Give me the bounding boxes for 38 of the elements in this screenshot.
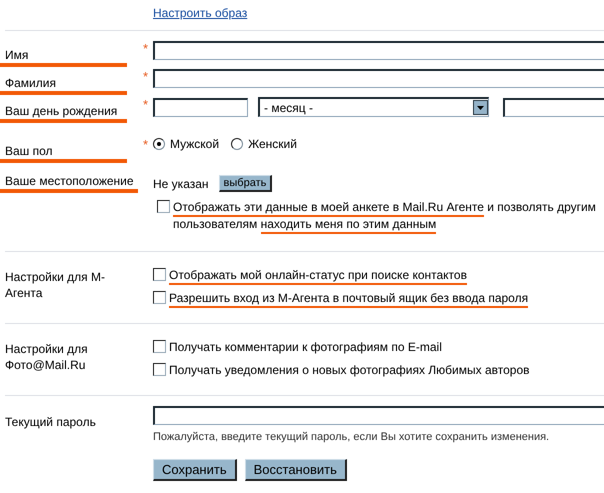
checkbox[interactable] (157, 200, 170, 213)
required-asterisk: * (143, 68, 148, 84)
radio-button[interactable] (153, 138, 165, 150)
form-button[interactable]: Сохранить (153, 459, 237, 481)
checkbox-label: Получать комментарии к фотографиям по E-mail (169, 339, 442, 356)
checkbox-label: Отображать эти данные в моей анкете в Mail.Ru Агенте и позволять другим пользователям находить меня по этим данным (173, 199, 602, 233)
required-asterisk: * (143, 40, 148, 56)
choose-button[interactable]: выбрать (218, 175, 272, 192)
radio-label[interactable]: Женский (248, 137, 297, 151)
checkbox[interactable] (153, 291, 166, 304)
checkbox-label: Получать уведомления о новых фотографиях Любимых авторов (169, 362, 530, 379)
section-title: Настройки для Фото@Mail.Ru (4, 341, 89, 374)
section-title: Настройки для М-Агента (4, 269, 106, 302)
location-value: Не указан (153, 176, 209, 190)
field-label: Текущий пароль (4, 414, 97, 431)
day-field[interactable] (153, 98, 248, 116)
field-label: Ваш день рождения (0, 97, 127, 123)
year-field[interactable] (503, 98, 604, 116)
checkbox[interactable] (153, 363, 166, 376)
field-label: Ваш пол (0, 137, 127, 163)
checkbox[interactable] (153, 340, 166, 353)
checkbox[interactable] (153, 268, 166, 281)
required-asterisk: * (143, 96, 148, 112)
field-label: Имя (0, 41, 127, 67)
text-field[interactable] (153, 41, 604, 60)
form-button[interactable]: Восстановить (244, 459, 347, 481)
checkbox-label: Отображать мой онлайн-статус при поиске контактов (169, 267, 467, 284)
radio-label[interactable]: Мужской (170, 137, 220, 151)
customize-link[interactable]: Настроить образ (153, 6, 248, 20)
month-dropdown[interactable]: - месяц - (258, 97, 489, 117)
hint-text: Пожалуйста, введите текущий пароль, если Вы хотите сохранить изменения. (153, 431, 550, 443)
text-field[interactable] (153, 69, 604, 88)
checkbox-label: Разрешить вход из М-Агента в почтовый ящик без ввода пароля (169, 290, 528, 307)
password-field[interactable] (153, 406, 604, 425)
field-label: Ваше местоположение (0, 167, 138, 193)
radio-button[interactable] (231, 138, 244, 150)
required-asterisk: * (143, 136, 148, 152)
field-label: Фамилия (0, 69, 127, 95)
